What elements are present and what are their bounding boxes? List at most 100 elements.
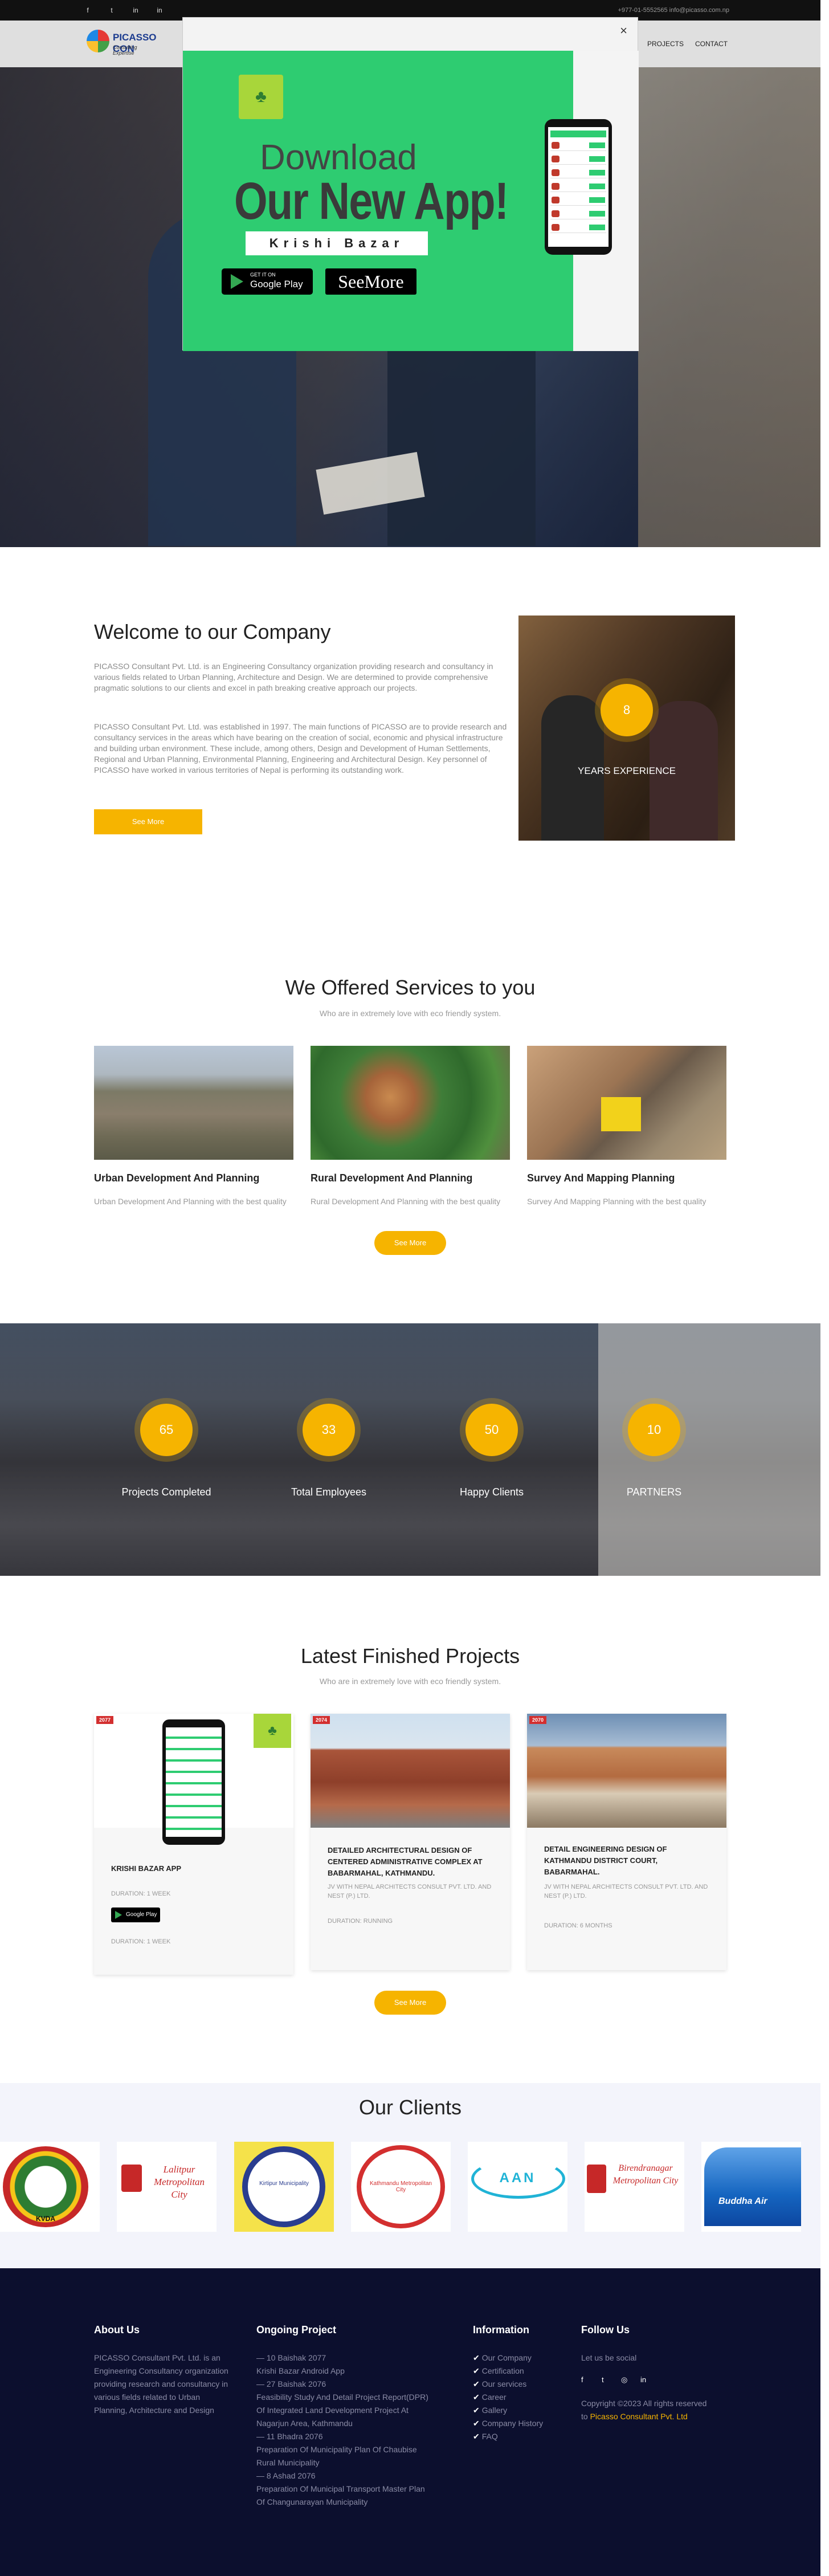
- twitter-icon[interactable]: t: [106, 0, 117, 21]
- ongoing-date: — 11 Bhadra 2076: [256, 2432, 323, 2441]
- ongoing-project[interactable]: Preparation Of Municipality Plan Of Chau…: [256, 2443, 450, 2456]
- logo-icon: [87, 30, 109, 52]
- stat-clients-label: Happy Clients: [459, 1486, 524, 1498]
- phone-mockup: [545, 119, 612, 255]
- ongoing-project[interactable]: Of Integrated Land Development Project A…: [256, 2404, 450, 2417]
- google-play-button[interactable]: GET IT ON Google Play: [222, 268, 313, 295]
- years-counter: 8: [601, 684, 653, 736]
- services-see-more-button[interactable]: See More: [374, 1231, 446, 1255]
- google-play-icon: [231, 274, 243, 289]
- project-duration: DURATION: 1 WEEK: [111, 1890, 171, 1897]
- footer-follow-title: Follow Us: [581, 2324, 630, 2335]
- service-title-urban[interactable]: Urban Development And Planning: [94, 1172, 259, 1184]
- app-name-label: Krishi Bazar: [246, 231, 428, 255]
- client-logo-kirtipur[interactable]: Kirtipur Municipality: [234, 2142, 334, 2232]
- facebook-icon[interactable]: f: [581, 2375, 583, 2384]
- info-link-history[interactable]: ✔ Company History: [473, 2417, 564, 2430]
- google-play-icon: [115, 1911, 122, 1919]
- footer-info-title: Information: [473, 2324, 529, 2335]
- instagram-icon[interactable]: ◎: [621, 2375, 627, 2385]
- see-more-button[interactable]: SeeMore: [325, 268, 416, 295]
- project-card-krishi[interactable]: ♣ 2077 KRISHI BAZAR APP DURATION: 1 WEEK…: [94, 1714, 293, 1975]
- client-logo-buddha-air[interactable]: Buddha Air: [701, 2142, 801, 2232]
- ongoing-project[interactable]: Krishi Bazar Android App: [256, 2365, 450, 2378]
- ongoing-project[interactable]: Rural Municipality: [256, 2456, 450, 2469]
- project-card-district-court[interactable]: 2070 DETAIL ENGINEERING DESIGN OF KATHMA…: [527, 1714, 726, 1970]
- footer-ongoing-title: Ongoing Project: [256, 2324, 337, 2335]
- ongoing-project[interactable]: Of Changunarayan Municipality: [256, 2496, 450, 2509]
- ongoing-project[interactable]: Nagarjun Area, Kathmandu: [256, 2417, 450, 2430]
- client-logo-kathmandu[interactable]: Kathmandu Metropolitan City: [351, 2142, 451, 2232]
- stat-employees-label: Total Employees: [291, 1486, 367, 1498]
- info-link-faq[interactable]: ✔ FAQ: [473, 2430, 564, 2443]
- check-icon: ✔: [473, 2353, 480, 2362]
- year-badge: 2070: [529, 1716, 547, 1724]
- project-duration: DURATION: RUNNING: [328, 1918, 393, 1925]
- year-badge: 2077: [96, 1716, 114, 1724]
- ongoing-project[interactable]: Feasibility Study And Detail Project Rep…: [256, 2391, 450, 2404]
- footer-info-list: ✔ Our Company ✔ Certification ✔ Our service…: [473, 2351, 564, 2443]
- client-logo-aan[interactable]: AAN: [468, 2142, 567, 2232]
- info-link-gallery[interactable]: ✔ Gallery: [473, 2404, 564, 2417]
- facebook-icon[interactable]: f: [82, 0, 93, 21]
- app-promo-modal: × ♣ Download Our New App! Krishi Bazar G…: [182, 17, 639, 351]
- client-logo-birendranagar[interactable]: Birendranagar Metropolitan City: [585, 2142, 684, 2232]
- stat-projects-label: Projects Completed: [121, 1486, 211, 1498]
- logo-subtitle: Consulting Expertise: [113, 44, 137, 56]
- nav-contact[interactable]: CONTACT: [695, 40, 728, 48]
- stats-section: [0, 1323, 820, 1576]
- check-icon: ✔: [473, 2419, 480, 2428]
- info-link-career[interactable]: ✔ Career: [473, 2391, 564, 2404]
- nav-projects[interactable]: PROJECTS: [647, 40, 684, 48]
- linkedin-icon[interactable]: in: [640, 2375, 646, 2384]
- info-link-company[interactable]: ✔ Our Company: [473, 2351, 564, 2365]
- footer-about-text: PICASSO Consultant Pvt. Ltd. is an Engin…: [94, 2353, 228, 2415]
- service-image-rural: [311, 1046, 510, 1160]
- close-icon[interactable]: ×: [620, 23, 627, 38]
- service-desc-rural: Rural Development And Planning with the …: [311, 1197, 501, 1206]
- krishi-bazar-logo-icon: ♣: [254, 1714, 291, 1748]
- stat-employees-value: 33: [303, 1404, 355, 1456]
- stat-partners-value: 10: [628, 1404, 680, 1456]
- ongoing-date: — 8 Ashad 2076: [256, 2471, 316, 2480]
- welcome-paragraph-1: PICASSO Consultant Pvt. Ltd. is an Engin…: [94, 662, 493, 692]
- services-subtitle: Who are in extremely love with eco frien…: [319, 1009, 501, 1018]
- project-firm: JV WITH NEPAL ARCHITECTS CONSULT PVT. LT…: [544, 1884, 708, 1900]
- google-play-badge[interactable]: Google Play: [111, 1907, 160, 1922]
- promo-heading-big: Our New App!: [234, 172, 509, 230]
- service-image-urban: [94, 1046, 293, 1160]
- clients-title: Our Clients: [358, 2096, 462, 2119]
- client-logo-lalitpur[interactable]: Lalitpur Metropolitan City: [117, 2142, 217, 2232]
- stat-projects-value: 65: [140, 1404, 193, 1456]
- projects-see-more-button[interactable]: See More: [374, 1991, 446, 2015]
- info-link-services[interactable]: ✔ Our services: [473, 2378, 564, 2391]
- check-icon: ✔: [473, 2432, 480, 2441]
- project-title: DETAIL ENGINEERING DESIGN OF KATHMANDU D…: [544, 1845, 667, 1876]
- welcome-see-more-button[interactable]: See More: [94, 809, 202, 834]
- twitter-icon[interactable]: t: [602, 2375, 604, 2384]
- welcome-paragraph-2: PICASSO Consultant Pvt. Ltd. was establi…: [94, 722, 507, 775]
- ongoing-date: — 10 Baishak 2077: [256, 2353, 326, 2362]
- client-logo-kvda[interactable]: KVDA: [0, 2142, 100, 2232]
- service-title-survey[interactable]: Survey And Mapping Planning: [527, 1172, 675, 1184]
- footer-ongoing-list: — 10 Baishak 2077 Krishi Bazar Android A…: [256, 2351, 450, 2509]
- footer-follow-text: Let us be social: [581, 2353, 637, 2362]
- info-link-certification[interactable]: ✔ Certification: [473, 2365, 564, 2378]
- project-card-babarmahal-complex[interactable]: 2074 DETAILED ARCHITECTURAL DESIGN OF CE…: [311, 1714, 510, 1970]
- project-duration: DURATION: 6 MONTHS: [544, 1922, 612, 1929]
- ongoing-date: — 27 Baishak 2076: [256, 2379, 326, 2388]
- service-desc-survey: Survey And Mapping Planning with the bes…: [527, 1197, 707, 1206]
- copyright-link[interactable]: Picasso Consultant Pvt. Ltd: [590, 2412, 688, 2421]
- krishi-bazar-logo-icon: ♣: [239, 75, 283, 119]
- phone-mockup: [162, 1719, 225, 1845]
- service-title-rural[interactable]: Rural Development And Planning: [311, 1172, 472, 1184]
- years-label: YEARS EXPERIENCE: [578, 765, 676, 776]
- service-desc-urban: Urban Development And Planning with the …: [94, 1197, 287, 1206]
- project-firm: JV WITH NEPAL ARCHITECTS CONSULT PVT. LT…: [328, 1884, 492, 1900]
- ongoing-project[interactable]: Preparation Of Municipal Transport Maste…: [256, 2483, 450, 2496]
- linkedin-alt-icon[interactable]: in: [154, 0, 165, 21]
- stat-partners-label: PARTNERS: [626, 1486, 682, 1498]
- stat-clients-value: 50: [465, 1404, 518, 1456]
- linkedin-icon[interactable]: in: [130, 0, 141, 21]
- service-image-survey: [527, 1046, 726, 1160]
